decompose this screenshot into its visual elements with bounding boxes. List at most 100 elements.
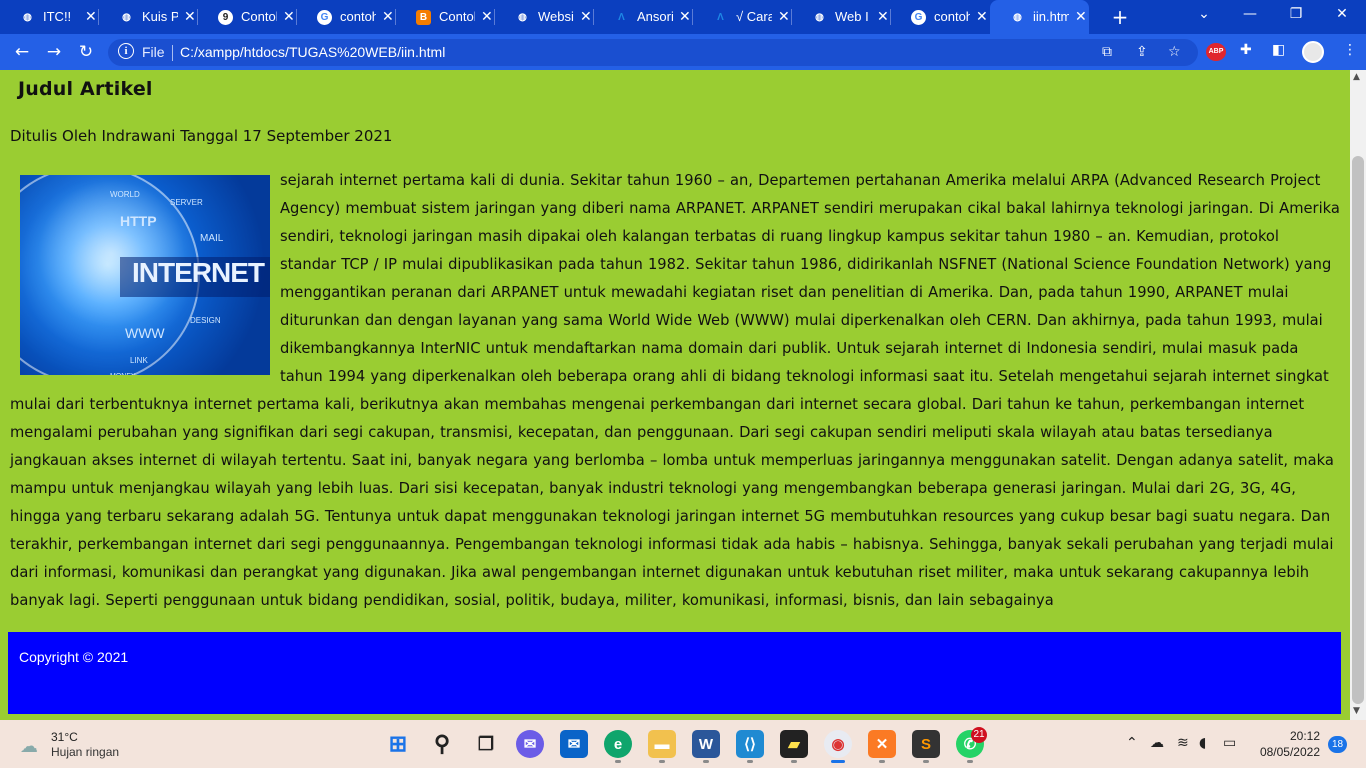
close-tab-icon[interactable]: ✕ — [1075, 8, 1087, 25]
address-bar[interactable]: i File C:/xampp/htdocs/TUGAS%20WEB/iin.h… — [108, 39, 1198, 66]
scroll-down-icon[interactable]: ▼ — [1353, 706, 1360, 716]
tab-label: Websit — [538, 9, 574, 24]
new-tab-button[interactable]: + — [1110, 5, 1130, 29]
tab-label: Web I — [835, 9, 869, 24]
tab-search-icon[interactable]: ⌄ — [1194, 6, 1214, 22]
forward-icon[interactable]: → — [44, 42, 64, 62]
tab-label: Ansori — [637, 9, 673, 24]
blogger-icon: B — [416, 10, 431, 25]
image-tag: WORLD — [110, 190, 140, 199]
menu-icon[interactable]: ⋮ — [1343, 42, 1357, 58]
chevron-up-icon[interactable]: ⌃ — [1126, 735, 1138, 751]
close-tab-icon[interactable]: ✕ — [679, 8, 691, 25]
close-window-button[interactable]: ✕ — [1332, 6, 1352, 22]
chrome-icon[interactable]: ◉ — [824, 730, 852, 758]
close-tab-icon[interactable]: ✕ — [85, 8, 97, 25]
weather-description[interactable]: Hujan ringan — [51, 745, 119, 759]
close-tab-icon[interactable]: ✕ — [580, 8, 592, 25]
browser-tab[interactable]: Gcontoh ✕ — [297, 0, 396, 34]
bookmark-star-icon[interactable]: ☆ — [1168, 44, 1181, 60]
browser-tab[interactable]: Λ √ Cara ✕ — [693, 0, 792, 34]
sticky-notes-icon[interactable]: ▰ — [780, 730, 808, 758]
running-indicator — [703, 760, 709, 763]
close-tab-icon[interactable]: ✕ — [778, 8, 790, 25]
edge-icon[interactable]: e — [604, 730, 632, 758]
browser-tab[interactable]: ◍ ITC!! ✕ — [0, 0, 99, 34]
copyright-text: Copyright © 2021 — [19, 649, 129, 665]
translate-icon[interactable]: ⧉ — [1102, 44, 1112, 60]
word-icon[interactable]: W — [692, 730, 720, 758]
url-text[interactable]: C:/xampp/htdocs/TUGAS%20WEB/iin.html — [180, 44, 445, 60]
extensions-icon[interactable]: ✚ — [1240, 42, 1252, 58]
file-label: File — [142, 44, 165, 60]
close-tab-icon[interactable]: ✕ — [184, 8, 196, 25]
globe-icon: ◍ — [1013, 12, 1022, 23]
running-indicator — [967, 760, 973, 763]
lambda-icon: Λ — [618, 12, 625, 23]
close-tab-icon[interactable]: ✕ — [382, 8, 394, 25]
maximize-button[interactable]: ❐ — [1286, 6, 1306, 22]
battery-icon[interactable]: ▭ — [1223, 735, 1236, 751]
close-tab-icon[interactable]: ✕ — [283, 8, 295, 25]
profile-avatar[interactable] — [1302, 41, 1324, 63]
xampp-icon[interactable]: ✕ — [868, 730, 896, 758]
minimize-button[interactable]: — — [1240, 6, 1260, 22]
adblock-icon[interactable]: ABP — [1206, 43, 1226, 61]
tab-label: Kuis Pr — [142, 9, 178, 24]
tab-label: Contoh — [241, 9, 277, 24]
browser-tab[interactable]: ◍ Web I ✕ — [792, 0, 891, 34]
tab-label: ITC!! — [43, 9, 72, 24]
file-explorer-icon[interactable]: ▬ — [648, 730, 676, 758]
browser-tab[interactable]: ◍ Websit ✕ — [495, 0, 594, 34]
close-tab-icon[interactable]: ✕ — [877, 8, 889, 25]
wifi-icon[interactable]: ≋ — [1177, 735, 1189, 751]
lambda-icon: Λ — [717, 12, 724, 23]
tab-label: contoh — [340, 9, 376, 24]
start-windows-icon[interactable]: ⊞ — [384, 730, 412, 758]
mail-icon[interactable]: ✉ — [560, 730, 588, 758]
search-icon[interactable]: ⚲ — [428, 730, 456, 758]
sublime-text-icon[interactable]: S — [912, 730, 940, 758]
browser-tab[interactable]: B Contoh ✕ — [396, 0, 495, 34]
image-tag: WWW — [125, 325, 165, 341]
side-panel-icon[interactable]: ◧ — [1272, 42, 1285, 58]
browser-tab[interactable]: Λ Ansori ✕ — [594, 0, 693, 34]
site-info-icon[interactable]: i — [118, 43, 134, 59]
clock-date[interactable]: 08/05/2022 — [1256, 745, 1320, 759]
article-title: Judul Artikel — [18, 78, 153, 100]
vscode-icon[interactable]: ⟨⟩ — [736, 730, 764, 758]
nine-icon: 9 — [218, 10, 233, 25]
browser-tab[interactable]: Gcontoh ✕ — [891, 0, 990, 34]
scroll-up-icon[interactable]: ▲ — [1353, 72, 1360, 82]
share-icon[interactable]: ⇪ — [1136, 44, 1148, 60]
image-tag: MAIL — [200, 233, 224, 244]
image-tag: MONEY — [110, 363, 136, 375]
article-byline: Ditulis Oleh Indrawani Tanggal 17 Septem… — [10, 127, 393, 145]
active-indicator — [831, 760, 845, 763]
browser-tab[interactable]: ◍ Kuis Pr ✕ — [99, 0, 198, 34]
back-icon[interactable]: ← — [12, 42, 32, 62]
globe-icon: ◍ — [23, 12, 32, 23]
close-tab-icon[interactable]: ✕ — [976, 8, 988, 25]
scrollbar[interactable]: ▲ ▼ — [1350, 70, 1366, 720]
taskbar: ☁ 31°C Hujan ringan ⊞ ⚲ ❐ ✉ ✉ e ▬ W ⟨⟩ ▰… — [0, 720, 1366, 768]
weather-icon[interactable]: ☁ — [20, 736, 38, 757]
task-view-icon[interactable]: ❐ — [472, 730, 500, 758]
volume-icon[interactable]: ◖ — [1199, 735, 1206, 751]
scroll-thumb[interactable] — [1352, 156, 1364, 704]
divider — [172, 45, 173, 61]
onedrive-icon[interactable]: ☁ — [1150, 735, 1164, 751]
browser-tab[interactable]: 9 Contoh ✕ — [198, 0, 297, 34]
running-indicator — [659, 760, 665, 763]
clock-time[interactable]: 20:12 — [1284, 729, 1320, 743]
running-indicator — [791, 760, 797, 763]
teams-chat-icon[interactable]: ✉ — [516, 730, 544, 758]
notification-badge[interactable]: 18 — [1328, 736, 1347, 753]
reload-icon[interactable]: ↻ — [76, 42, 96, 62]
globe-icon: ◍ — [518, 12, 527, 23]
weather-temperature[interactable]: 31°C — [51, 730, 78, 744]
tab-label: Contoh — [439, 9, 475, 24]
running-indicator — [747, 760, 753, 763]
close-tab-icon[interactable]: ✕ — [481, 8, 493, 25]
browser-tab[interactable]: ◍ iin.htm ✕ — [990, 0, 1089, 34]
